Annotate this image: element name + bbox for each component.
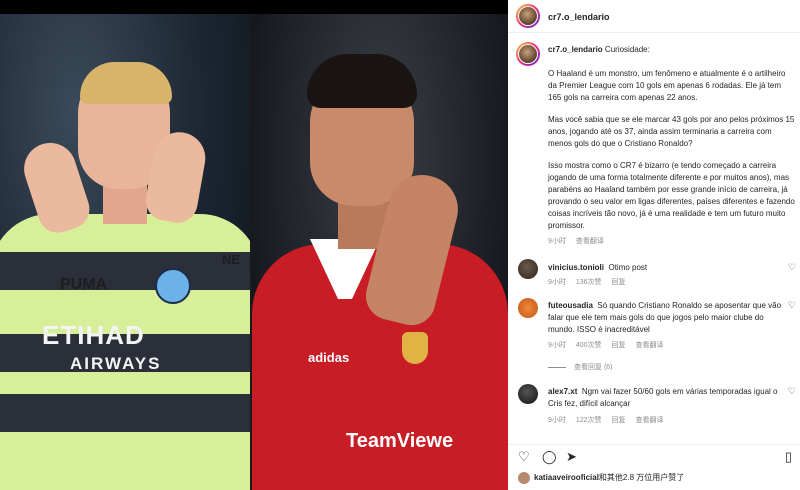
jersey-stripe xyxy=(0,394,250,432)
player-hair xyxy=(80,62,172,104)
heart-icon[interactable]: ♡ xyxy=(788,300,796,311)
post-panel: cr7.o_lendario cr7.o_lendario Curiosidad… xyxy=(508,0,800,490)
caption-username[interactable]: cr7.o_lendario xyxy=(548,45,603,54)
shirt-sponsor: ETIHAD xyxy=(42,320,145,350)
view-replies[interactable]: 查看回复 (6) xyxy=(548,362,613,372)
caption-meta: 9小时 查看翻译 xyxy=(548,236,612,246)
reply-link[interactable]: 回复 xyxy=(612,342,626,349)
avatar[interactable] xyxy=(516,4,540,28)
ronaldo-photo: adidas TeamViewe xyxy=(252,14,508,490)
heart-icon[interactable]: ♡ xyxy=(788,386,796,397)
sleeve-sponsor: NE xyxy=(222,252,241,267)
caption-paragraph-2: Mas você sabia que se ele marcar 43 gols… xyxy=(548,115,795,148)
reply-link[interactable]: 回复 xyxy=(612,279,626,286)
caption-time: 9小时 xyxy=(548,238,566,245)
reply-link[interactable]: 回复 xyxy=(612,417,626,424)
caption-paragraph-3: Isso mostra como o CR7 é bizarro (e tend… xyxy=(548,161,795,230)
shirt-sponsor-sub: AIRWAYS xyxy=(70,354,162,373)
caption-header: cr7.o_lendario Curiosidade: xyxy=(548,44,796,56)
comment-likes[interactable]: 400次赞 xyxy=(576,342,602,349)
comment-text: futeousadia Só quando Cristiano Ronaldo … xyxy=(548,301,782,334)
likes-summary[interactable]: katiaaveirooficial和其他2.8 万位用户赞了 xyxy=(518,472,684,484)
liked-by-rest: 和其他2.8 万位用户赞了 xyxy=(598,473,685,483)
translate-link[interactable]: 查看翻译 xyxy=(635,417,663,424)
comment-icon[interactable]: ◯ xyxy=(542,449,557,465)
comment-meta: 9小时 400次赞 回复 查看翻译 xyxy=(548,342,664,349)
comment-text: alex7.xt Ngm vai fazer 50/60 gols em vár… xyxy=(548,387,778,408)
comment-meta: 9小时 122次赞 回复 查看翻译 xyxy=(548,417,664,424)
post-header: cr7.o_lendario xyxy=(508,0,800,33)
comment-username[interactable]: alex7.xt xyxy=(548,387,577,396)
liked-by-user[interactable]: katiaaveirooficial xyxy=(534,473,599,482)
jersey xyxy=(0,214,250,490)
avatar[interactable] xyxy=(518,472,530,484)
translate-link[interactable]: 查看翻译 xyxy=(576,238,604,245)
player-hair xyxy=(307,54,417,108)
haaland-photo: PUMA NE ETIHAD AIRWAYS xyxy=(0,14,250,490)
share-icon[interactable]: ➤ xyxy=(566,449,577,465)
club-crest xyxy=(402,332,428,364)
translate-link[interactable]: 查看翻译 xyxy=(635,342,663,349)
caption-title: Curiosidade: xyxy=(604,45,650,54)
comment-username[interactable]: vinicius.tonioli xyxy=(548,263,604,272)
club-badge xyxy=(155,268,191,304)
comment-likes[interactable]: 136次赞 xyxy=(576,279,602,286)
kit-brand: PUMA xyxy=(60,276,108,293)
comment-likes[interactable]: 122次赞 xyxy=(576,417,602,424)
heart-icon[interactable]: ♡ xyxy=(788,262,796,273)
avatar[interactable] xyxy=(518,298,538,318)
shirt-sponsor: TeamViewe xyxy=(346,430,454,452)
comment-meta: 9小时 136次赞 回复 xyxy=(548,279,626,286)
image-top-bar xyxy=(0,0,508,14)
action-bar: ♡ ◯ ➤ ▯ xyxy=(508,444,800,465)
heart-icon[interactable]: ♡ xyxy=(518,449,530,465)
kit-brand: adidas xyxy=(308,350,350,365)
caption-paragraph-1: O Haaland é um monstro, um fenômeno e at… xyxy=(548,69,786,102)
comments-list[interactable]: cr7.o_lendario Curiosidade: O Haaland é … xyxy=(508,34,800,434)
post-username[interactable]: cr7.o_lendario xyxy=(548,12,610,22)
avatar[interactable] xyxy=(518,259,538,279)
comment-text: vinicius.tonioli Otimo post xyxy=(548,263,648,272)
avatar[interactable] xyxy=(516,42,540,66)
post-image[interactable]: PUMA NE ETIHAD AIRWAYS adidas TeamViewe xyxy=(0,0,508,490)
jersey-stripe xyxy=(0,252,250,290)
comment-username[interactable]: futeousadia xyxy=(548,301,593,310)
avatar[interactable] xyxy=(518,384,538,404)
bookmark-icon[interactable]: ▯ xyxy=(785,449,792,465)
